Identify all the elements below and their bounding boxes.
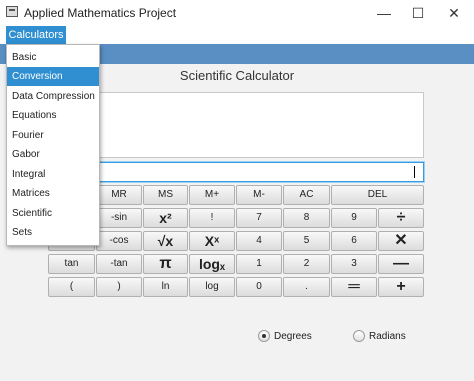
key-ms[interactable]: MS [143, 185, 188, 205]
menu-item-conversion[interactable]: Conversion [7, 67, 99, 86]
key-tan[interactable]: tan [48, 254, 95, 274]
key-7[interactable]: 7 [236, 208, 282, 228]
key-5[interactable]: 5 [283, 231, 330, 251]
expression-input[interactable] [48, 162, 424, 182]
key-multiply[interactable]: ✕ [378, 231, 424, 251]
radians-label: Radians [369, 331, 406, 342]
degrees-radio[interactable] [258, 330, 270, 342]
key-neg-tan[interactable]: -tan [96, 254, 142, 274]
radians-radio[interactable] [353, 330, 365, 342]
key-neg-cos[interactable]: -cos [96, 231, 142, 251]
degrees-label: Degrees [274, 331, 312, 342]
key-divide[interactable]: ÷ [378, 208, 424, 228]
key-pi[interactable]: π [143, 254, 188, 274]
key-open-paren[interactable]: ( [48, 277, 95, 297]
key-9[interactable]: 9 [331, 208, 377, 228]
key-0[interactable]: 0 [236, 277, 282, 297]
key-mminus[interactable]: M- [236, 185, 282, 205]
key-decimal[interactable]: . [283, 277, 330, 297]
key-mr[interactable]: MR [96, 185, 142, 205]
menu-item-fourier[interactable]: Fourier [7, 126, 99, 145]
key-2[interactable]: 2 [283, 254, 330, 274]
key-1[interactable]: 1 [236, 254, 282, 274]
menu-item-integral[interactable]: Integral [7, 165, 99, 184]
key-6[interactable]: 6 [331, 231, 377, 251]
title-bar: Applied Mathematics Project — ☐ ✕ [0, 0, 474, 26]
calculators-menu[interactable]: Calculators [6, 26, 66, 44]
key-8[interactable]: 8 [283, 208, 330, 228]
key-ac[interactable]: AC [283, 185, 330, 205]
minimize-button[interactable]: — [366, 2, 402, 24]
key-4[interactable]: 4 [236, 231, 282, 251]
key-log[interactable]: log [189, 277, 235, 297]
key-close-paren[interactable]: ) [96, 277, 142, 297]
app-icon [6, 6, 18, 17]
key-minus[interactable]: — [378, 254, 424, 274]
result-display[interactable] [48, 92, 424, 158]
maximize-button[interactable]: ☐ [400, 2, 436, 24]
text-caret [414, 166, 415, 178]
menu-bar [0, 26, 474, 44]
key-factorial[interactable]: ! [189, 208, 235, 228]
window-title: Applied Mathematics Project [24, 6, 177, 20]
key-x-squared[interactable]: x² [143, 208, 188, 228]
key-neg-sin[interactable]: -sin [96, 208, 142, 228]
menu-item-sets[interactable]: Sets [7, 223, 99, 242]
key-del[interactable]: DEL [331, 185, 424, 205]
menu-item-scientific[interactable]: Scientific [7, 204, 99, 223]
key-sqrt[interactable]: √x [143, 231, 188, 251]
key-ln[interactable]: ln [143, 277, 188, 297]
close-button[interactable]: ✕ [436, 2, 472, 24]
key-log-x[interactable]: logₓ [189, 254, 235, 274]
key-plus[interactable]: + [378, 277, 424, 297]
radio-selected-dot [262, 334, 266, 338]
calculators-dropdown: Basic Conversion Data Compression Equati… [6, 44, 100, 246]
key-3[interactable]: 3 [331, 254, 377, 274]
key-equals[interactable]: ═ [331, 277, 377, 297]
menu-item-data-compression[interactable]: Data Compression [7, 87, 99, 106]
menu-item-gabor[interactable]: Gabor [7, 145, 99, 164]
key-x-power[interactable]: Xˣ [189, 231, 235, 251]
menu-item-equations[interactable]: Equations [7, 106, 99, 125]
menu-item-matrices[interactable]: Matrices [7, 184, 99, 203]
key-mplus[interactable]: M+ [189, 185, 235, 205]
menu-item-basic[interactable]: Basic [7, 48, 99, 67]
